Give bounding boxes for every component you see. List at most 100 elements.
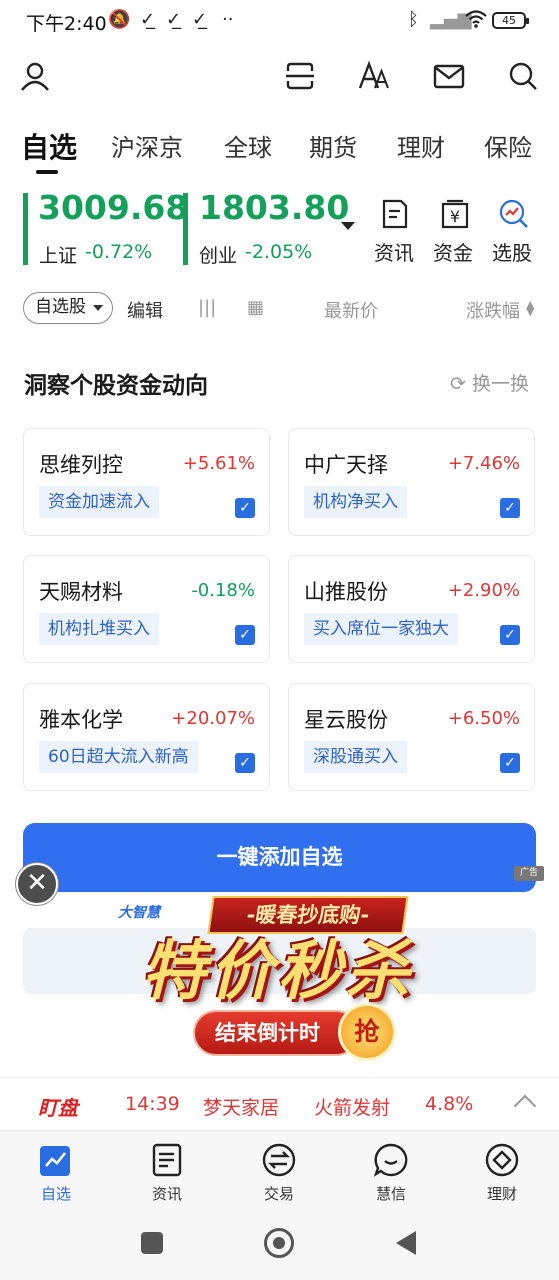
index-name: 上证 (39, 245, 78, 267)
ad-countdown: 结束倒计时 (193, 1010, 359, 1056)
grid-view-icon[interactable]: ▦ (247, 297, 264, 318)
insight-card[interactable]: 雅本化学 +20.07% 60日超大流入新高 ✓ (23, 683, 270, 791)
stock-name: 雅本化学 (39, 708, 123, 732)
sort-icon[interactable]: ▲ ▼ (526, 299, 534, 317)
close-icon[interactable]: ✕ (16, 863, 58, 905)
refresh-icon: ⟳ (450, 373, 466, 395)
tab-futures[interactable]: 期货 (309, 128, 357, 163)
insight-card[interactable]: 天赐材料 -0.18% 机构扎堆买入 ✓ (23, 555, 270, 663)
checkbox-checked-icon[interactable]: ✓ (235, 753, 255, 773)
back-icon[interactable] (396, 1231, 416, 1255)
watchlist-chart-icon (40, 1146, 70, 1176)
refresh-button[interactable]: ⟳ 换一换 (450, 369, 529, 396)
insight-card[interactable]: 思维列控 +5.61% 资金加速流入 ✓ (23, 428, 270, 536)
index-dropdown-icon[interactable] (341, 222, 355, 230)
index-name: 创业 (199, 245, 238, 267)
checkbox-checked-icon[interactable]: ✓ (500, 498, 520, 518)
index-bar (23, 193, 28, 265)
stock-name: 天赐材料 (39, 580, 123, 604)
watchlist-group-select[interactable]: 自选股 (23, 292, 113, 324)
font-size-icon[interactable] (357, 58, 393, 94)
ad-top-ribbon: -暖春抄底购- (207, 896, 409, 934)
tab-hushenjing[interactable]: 沪深京 (111, 128, 183, 163)
watch-ticker[interactable]: 盯盘 14:39 梦天家居 火箭发射 4.8% (0, 1077, 559, 1130)
stock-name: 中广天择 (304, 453, 388, 477)
ticker-logo: 盯盘 (38, 1096, 78, 1120)
quick-link-label: 资金 (433, 241, 473, 265)
tab-watchlist[interactable]: 自选 (21, 126, 77, 166)
insight-tag: 机构扎堆买入 (39, 613, 159, 645)
tab-global[interactable]: 全球 (224, 128, 272, 163)
tab-active-indicator (36, 170, 58, 174)
stock-change: +7.46% (447, 453, 520, 474)
index-change: -2.05% (245, 241, 313, 263)
wealth-diamond-icon (485, 1143, 519, 1177)
bluetooth-icon: ᛒ (408, 9, 419, 30)
nav-message[interactable]: 慧信 (351, 1141, 431, 1204)
mail-icon[interactable] (431, 58, 467, 94)
insight-card[interactable]: 山推股份 +2.90% 买入席位一家独大 ✓ (288, 555, 535, 663)
index-value: 3009.68 (38, 188, 189, 227)
scan-icon[interactable] (282, 58, 318, 94)
insight-tag: 资金加速流入 (39, 486, 159, 518)
insight-card[interactable]: 星云股份 +6.50% 深股通买入 ✓ (288, 683, 535, 791)
checkbox-checked-icon[interactable]: ✓ (235, 625, 255, 645)
ticker-time: 14:39 (125, 1093, 180, 1115)
checkbox-checked-icon[interactable]: ✓ (500, 625, 520, 645)
news-icon (152, 1143, 182, 1177)
latest-price-header[interactable]: 最新价 (324, 297, 378, 323)
checkbox-checked-icon[interactable]: ✓ (235, 498, 255, 518)
user-icon[interactable] (17, 58, 53, 94)
home-icon[interactable] (264, 1228, 294, 1258)
recent-apps-icon[interactable] (141, 1232, 163, 1254)
nav-watchlist[interactable]: 自选 (16, 1141, 96, 1204)
chat-icon (373, 1143, 408, 1177)
stock-change: +2.90% (447, 580, 520, 601)
checkbox-checked-icon[interactable]: ✓ (500, 753, 520, 773)
stock-name: 山推股份 (304, 580, 388, 604)
tab-wealth[interactable]: 理财 (397, 128, 445, 163)
insight-tag: 深股通买入 (304, 741, 407, 773)
ad-brand-logo: 大智慧 (118, 905, 160, 921)
nav-news[interactable]: 资讯 (127, 1141, 207, 1204)
insight-tag: 60日超大流入新高 (39, 741, 198, 773)
bottom-nav: 自选 资讯 交易 慧信 理财 (0, 1130, 559, 1210)
section-title: 洞察个股资金动向 (24, 373, 208, 399)
ad-grab-button[interactable]: 抢 (338, 1003, 396, 1061)
trade-icon (262, 1143, 296, 1177)
nav-trade[interactable]: 交易 (239, 1141, 319, 1204)
insight-card[interactable]: 中广天择 +7.46% 机构净买入 ✓ (288, 428, 535, 536)
status-time: 下午2:40 (26, 13, 107, 35)
chevron-down-icon (93, 305, 103, 311)
edit-button[interactable]: 编辑 (127, 297, 163, 323)
change-pct-header[interactable]: 涨跌幅 (466, 297, 520, 323)
stock-change: +5.61% (182, 453, 255, 474)
news-doc-icon (379, 198, 411, 230)
add-all-watchlist-button[interactable]: 一键添加自选 (23, 823, 536, 892)
check-icon: ✓̲ (192, 9, 208, 30)
insight-tag: 机构净买入 (304, 486, 407, 518)
ad-headline: 特价秒杀 (141, 935, 414, 1009)
stock-change: +6.50% (447, 708, 520, 729)
chevron-up-icon[interactable] (513, 1094, 537, 1118)
svg-text:¥: ¥ (450, 207, 460, 226)
ad-label: 广告 (514, 866, 544, 881)
stock-name: 星云股份 (304, 708, 388, 732)
ad-banner[interactable]: 大智慧 -暖春抄底购- 特价秒杀 结束倒计时 抢 (50, 890, 490, 1070)
battery-icon: 45 (492, 12, 529, 29)
tab-insurance[interactable]: 保险 (484, 128, 532, 163)
search-icon[interactable] (505, 58, 541, 94)
index-value: 1803.80 (199, 188, 350, 227)
ticker-pct: 4.8% (425, 1093, 474, 1115)
stock-change: +20.07% (171, 708, 255, 729)
insight-tag: 买入席位一家独大 (304, 613, 458, 645)
stock-name: 思维列控 (39, 453, 123, 477)
index-change: -0.72% (85, 241, 153, 263)
stock-change: -0.18% (191, 580, 255, 601)
nav-wealth[interactable]: 理财 (462, 1141, 542, 1204)
more-dots-icon: ·· (222, 9, 234, 30)
list-view-icon[interactable]: ||| (198, 297, 216, 318)
ticker-stock: 梦天家居 (203, 1097, 280, 1119)
index-bar (183, 193, 188, 265)
quick-link-label: 资讯 (374, 241, 414, 265)
